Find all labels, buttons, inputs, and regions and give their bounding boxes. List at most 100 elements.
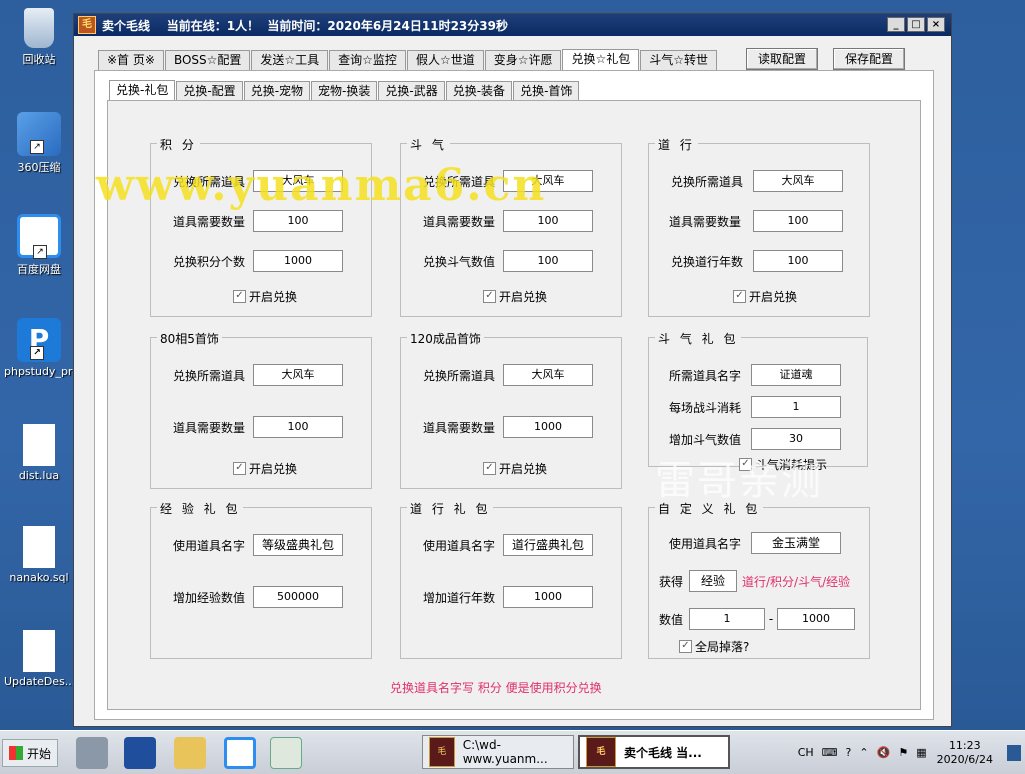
start-button[interactable]: 开始 (2, 739, 59, 767)
group-title: 120成品首饰 (407, 330, 484, 347)
tab-fake-player[interactable]: 假人☆世道 (406, 50, 484, 70)
custom-range-max-input[interactable]: 1000 (777, 608, 855, 630)
explorer-folder-icon[interactable] (174, 737, 206, 769)
daoxinglibao-amount-input[interactable]: 1000 (503, 586, 593, 608)
group-title: 道 行 礼 包 (407, 500, 494, 517)
subtab-exchange-jewelry[interactable]: 兑换-首饰 (513, 81, 580, 100)
label: 兑换所需道具 (423, 368, 496, 383)
desktop-icon-nanako-sql[interactable]: nanako.sql (4, 526, 74, 584)
label: 获得 (659, 574, 684, 589)
minimize-button[interactable]: _ (887, 17, 905, 32)
jingyan-item-input[interactable]: 等级盛典礼包 (253, 534, 343, 556)
label: 兑换所需道具 (173, 368, 246, 383)
server-manager-icon[interactable] (76, 737, 108, 769)
group-title: 斗 气 礼 包 (655, 330, 742, 347)
tab-transform-wish[interactable]: 变身☆许愿 (484, 50, 562, 70)
douqi-count-input[interactable]: 100 (503, 210, 593, 232)
speaker-muted-icon[interactable]: 🔇 (877, 746, 891, 759)
close-button[interactable]: × (927, 17, 945, 32)
label: 增加经验数值 (173, 590, 246, 605)
subtab-exchange-equip[interactable]: 兑换-装备 (445, 81, 513, 100)
label: 道具需要数量 (173, 420, 246, 435)
range-separator: - (768, 612, 774, 626)
baidu-netdisk-taskbar-icon[interactable] (224, 737, 256, 769)
game-app-icon: 毛 (429, 737, 455, 767)
label: 数值 (659, 612, 684, 627)
show-desktop-icon[interactable] (1007, 744, 1021, 761)
clock[interactable]: 11:23 2020/6/24 (937, 739, 993, 767)
douqi-amount-input[interactable]: 100 (503, 250, 593, 272)
jingyan-amount-input[interactable]: 500000 (253, 586, 343, 608)
taskbar-task-cmd[interactable]: 毛 C:\wd-www.yuanm... (422, 735, 574, 769)
desktop-icon-zip[interactable]: ↗ 360压缩 (4, 112, 74, 175)
app-taskbar-icon[interactable] (270, 737, 302, 769)
read-config-button[interactable]: 读取配置 (746, 48, 818, 70)
tab-douqi-rebirth[interactable]: 斗气☆转世 (640, 50, 717, 70)
file-icon (23, 526, 55, 568)
tab-boss-config[interactable]: BOSS☆配置 (164, 50, 251, 70)
subtab-exchange-weapon[interactable]: 兑换-武器 (378, 81, 445, 100)
subtab-exchange-config[interactable]: 兑换-配置 (176, 81, 243, 100)
ime-indicator[interactable]: CH (798, 746, 814, 759)
recycle-bin-icon (24, 8, 54, 48)
shoushi120-count-input[interactable]: 1000 (503, 416, 593, 438)
custom-item-input[interactable]: 金玉满堂 (751, 532, 841, 554)
tab-send-tools[interactable]: 发送☆工具 (251, 50, 329, 70)
tab-exchange-gift[interactable]: 兑换☆礼包 (562, 49, 640, 70)
tab-query-monitor[interactable]: 查询☆监控 (329, 50, 406, 70)
desktop-icon-baidu[interactable]: ↗ 百度网盘 (4, 214, 74, 277)
douqilibao-cost-input[interactable]: 1 (751, 396, 841, 418)
label: 所需道具名字 (669, 368, 742, 383)
group-title: 积 分 (157, 136, 200, 153)
taskbar-task-app[interactable]: 毛卖个毛线 当... (578, 735, 730, 769)
global-drop-checkbox[interactable]: ✓ 全局掉落? (679, 638, 749, 655)
app-icon: 毛 (78, 16, 96, 34)
shoushi80-item-input[interactable]: 大风车 (253, 364, 343, 386)
douqilibao-item-input[interactable]: 证道魂 (751, 364, 841, 386)
desktop-icon-recycle-bin[interactable]: 回收站 (4, 8, 74, 67)
jifen-count-input[interactable]: 100 (253, 210, 343, 232)
flag-icon[interactable]: ⚑ (898, 746, 908, 759)
desktop-icon-updatedes[interactable]: UpdateDes... (4, 630, 74, 688)
daoxing-amount-input[interactable]: 100 (753, 250, 843, 272)
shoushi80-count-input[interactable]: 100 (253, 416, 343, 438)
daoxinglibao-item-input[interactable]: 道行盛典礼包 (503, 534, 593, 556)
label: 兑换斗气数值 (423, 254, 496, 269)
label: 使用道具名字 (173, 538, 246, 553)
shoushi120-item-input[interactable]: 大风车 (503, 364, 593, 386)
network-icon[interactable]: ▦ (916, 746, 926, 759)
desktop-icon-phpstudy[interactable]: P ↗ phpstudy_pro (4, 318, 74, 378)
daoxing-count-input[interactable]: 100 (753, 210, 843, 232)
main-tabs: ※首 页※ BOSS☆配置 发送☆工具 查询☆监控 假人☆世道 变身☆许愿 兑换… (98, 49, 718, 70)
jifen-amount-input[interactable]: 1000 (253, 250, 343, 272)
subtab-exchange-pet[interactable]: 兑换-宠物 (243, 81, 311, 100)
group-title: 斗 气 (407, 136, 450, 153)
douqilibao-amount-input[interactable]: 30 (751, 428, 841, 450)
label: 使用道具名字 (423, 538, 496, 553)
shoushi80-enable-checkbox[interactable]: ✓ 开启兑换 (233, 460, 297, 477)
subtab-exchange-gift[interactable]: 兑换-礼包 (109, 80, 176, 100)
powershell-icon[interactable] (124, 737, 156, 769)
custom-range-min-input[interactable]: 1 (689, 608, 765, 630)
footer-note: 兑换道具名字写 积分 便是使用积分兑换 (390, 681, 602, 695)
jifen-enable-checkbox[interactable]: ✓ 开启兑换 (233, 288, 297, 305)
keyboard-icon[interactable]: ⌨ (822, 746, 838, 759)
save-config-button[interactable]: 保存配置 (833, 48, 905, 70)
help-icon[interactable]: ? (846, 746, 852, 759)
title-bar[interactable]: 毛 卖个毛线 当前在线：1人！ 当前时间：2020年6月24日11时23分39秒… (74, 14, 951, 36)
daoxing-item-input[interactable]: 大风车 (753, 170, 843, 192)
douqi-enable-checkbox[interactable]: ✓ 开启兑换 (483, 288, 547, 305)
tab-home[interactable]: ※首 页※ (98, 50, 164, 70)
tray-expand-icon[interactable]: ⌃ (859, 746, 868, 759)
window-title: 卖个毛线 当前在线：1人！ 当前时间：2020年6月24日11时23分39秒 (102, 18, 508, 33)
desktop-icon-dist-lua[interactable]: dist.lua (4, 424, 74, 482)
game-app-icon: 毛 (586, 737, 616, 767)
label: 兑换积分个数 (173, 254, 246, 269)
daoxing-enable-checkbox[interactable]: ✓ 开启兑换 (733, 288, 797, 305)
shoushi120-enable-checkbox[interactable]: ✓ 开启兑换 (483, 460, 547, 477)
custom-reward-type-input[interactable]: 经验 (689, 570, 737, 592)
reward-type-hint: 道行/积分/斗气/经验 (742, 574, 851, 589)
subtab-pet-outfit[interactable]: 宠物-换装 (311, 81, 378, 100)
maximize-button[interactable]: □ (907, 17, 925, 32)
group-custom-libao: 自 定 义 礼 包 使用道具名字 金玉满堂 获得 经验 道行/积分/斗气/经验 数值 1… (648, 500, 870, 659)
